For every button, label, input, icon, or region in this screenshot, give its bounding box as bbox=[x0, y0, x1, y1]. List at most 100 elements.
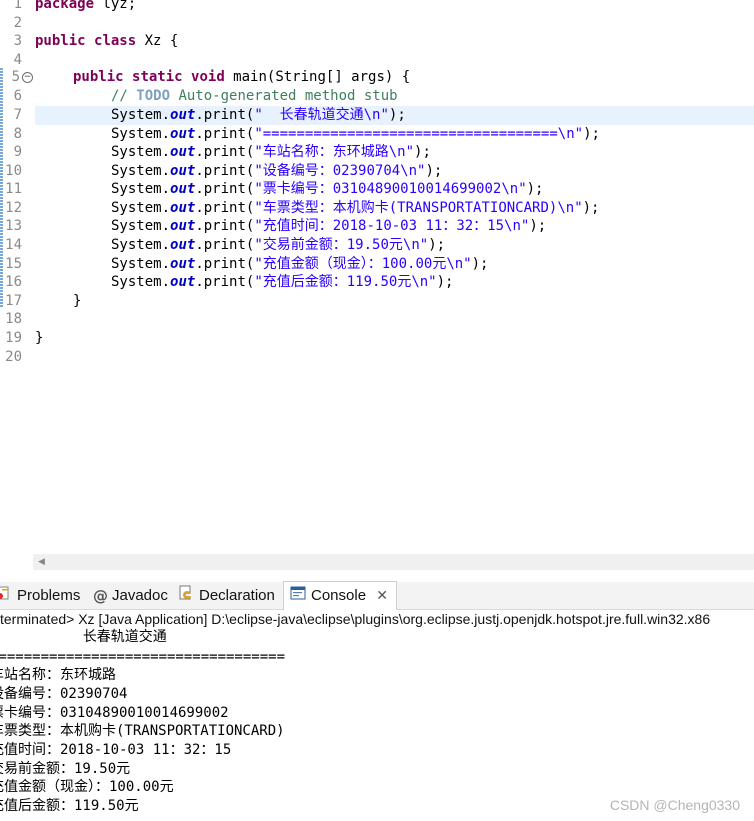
code-text: ); bbox=[414, 144, 431, 160]
tab-javadoc[interactable]: @ Javadoc bbox=[93, 582, 168, 609]
field-out: out bbox=[170, 200, 196, 216]
code-text: ); bbox=[471, 256, 489, 272]
horizontal-scrollbar[interactable]: ◀ bbox=[33, 554, 754, 570]
line-number: 20 bbox=[5, 349, 22, 365]
code-line: public static void main(String[] args) { bbox=[35, 68, 754, 87]
declaration-icon bbox=[178, 583, 194, 610]
tab-declaration-label: Declaration bbox=[199, 587, 275, 604]
line-number: 15 bbox=[5, 256, 22, 272]
code-text: System. bbox=[111, 237, 171, 253]
code-line: System.out.print("======================… bbox=[35, 125, 754, 144]
string-literal: "设备编号：02390704\n" bbox=[254, 163, 426, 179]
field-out: out bbox=[170, 144, 196, 160]
line-number: 9 bbox=[13, 144, 22, 160]
keyword: class bbox=[94, 33, 137, 49]
console-line: 设备编号：02390704 bbox=[0, 686, 128, 702]
field-out: out bbox=[170, 274, 196, 290]
code-line: System.out.print("充值金额（现金）：100.00元\n"); bbox=[35, 255, 754, 274]
line-number: 11 bbox=[5, 181, 22, 197]
code-text: ); bbox=[529, 218, 547, 234]
tab-console[interactable]: Console ✕ bbox=[283, 581, 397, 610]
line-number: 13 bbox=[5, 218, 22, 234]
code-editor[interactable]: 1 2 3 4 5 − 6 7 8 9 10 11 12 13 14 15 16… bbox=[0, 0, 754, 552]
code-text: main(String[] args) { bbox=[224, 69, 411, 85]
code-text: .print( bbox=[195, 200, 255, 216]
console-line: 长春轨道交通 bbox=[0, 629, 167, 645]
line-number: 16 bbox=[5, 274, 22, 290]
code-text: ); bbox=[582, 200, 600, 216]
console-icon bbox=[290, 583, 306, 610]
collapse-minus-icon[interactable]: − bbox=[22, 72, 33, 83]
console-line: 交易前金额：19.50元 bbox=[0, 761, 131, 777]
code-text: .print( bbox=[195, 256, 255, 272]
code-text: .print( bbox=[195, 163, 255, 179]
console-line: =================================== bbox=[0, 649, 286, 665]
code-text: System. bbox=[111, 144, 171, 160]
string-literal: "车票类型：本机购卡(TRANSPORTATIONCARD)\n" bbox=[254, 200, 583, 216]
code-line: System.out.print("设备编号：02390704\n"); bbox=[35, 162, 754, 181]
keyword: void bbox=[191, 69, 225, 85]
console-line: 车票类型：本机购卡(TRANSPORTATIONCARD) bbox=[0, 723, 285, 739]
string-literal: "===================================\n" bbox=[254, 126, 584, 142]
code-text: ); bbox=[526, 181, 544, 197]
code-text: System. bbox=[111, 126, 171, 142]
console-output[interactable]: 长春轨道交通 =================================… bbox=[0, 628, 754, 821]
comment: // bbox=[111, 88, 137, 104]
keyword: public bbox=[73, 69, 124, 85]
tab-problems[interactable]: Problems bbox=[0, 582, 80, 609]
close-icon[interactable]: ✕ bbox=[376, 587, 388, 603]
field-out: out bbox=[170, 218, 196, 234]
code-text: .print( bbox=[195, 274, 255, 290]
string-literal: "车站名称：东环城路\n" bbox=[254, 144, 415, 160]
code-text: ); bbox=[436, 274, 454, 290]
line-number: 10 bbox=[5, 163, 22, 179]
console-line: 车站名称：东环城路 bbox=[0, 667, 116, 683]
string-literal: "交易前金额：19.50元\n" bbox=[254, 237, 429, 253]
code-text: .print( bbox=[195, 237, 255, 253]
line-number: 5 bbox=[11, 69, 20, 85]
code-text: ); bbox=[388, 107, 406, 123]
code-text: ); bbox=[428, 237, 446, 253]
code-line: System.out.print("充值时间：2018-10-03 11：32：… bbox=[35, 217, 754, 236]
code-text: System. bbox=[111, 181, 171, 197]
code-line: System.out.print("车站名称：东环城路\n"); bbox=[35, 143, 754, 162]
code-line: System.out.print("票卡编号：03104890010014699… bbox=[35, 180, 754, 199]
tab-declaration[interactable]: Declaration bbox=[178, 582, 275, 609]
line-number: 12 bbox=[5, 200, 22, 216]
javadoc-at-icon: @ bbox=[93, 586, 108, 605]
code-text: .print( bbox=[195, 126, 255, 142]
keyword: static bbox=[132, 69, 183, 85]
code-text: System. bbox=[111, 200, 171, 216]
console-status-header: terminated> Xz [Java Application] D:\ecl… bbox=[0, 611, 711, 627]
code-text: System. bbox=[111, 107, 171, 123]
line-number: 14 bbox=[5, 237, 22, 253]
line-number: 7 bbox=[13, 107, 22, 123]
keyword: package bbox=[35, 0, 95, 12]
field-out: out bbox=[170, 126, 196, 142]
code-text: Xz { bbox=[136, 33, 179, 49]
code-text: lyz; bbox=[94, 0, 137, 12]
field-out: out bbox=[170, 237, 196, 253]
line-number: 18 bbox=[5, 311, 22, 327]
tab-javadoc-label: Javadoc bbox=[112, 587, 168, 604]
code-line-current: System.out.print(" 长春轨道交通\n"); bbox=[35, 106, 754, 125]
code-text: System. bbox=[111, 256, 171, 272]
view-tab-bar: Problems @ Javadoc Declaration Console ✕ bbox=[0, 581, 754, 610]
string-literal: "充值时间：2018-10-03 11：32：15\n" bbox=[254, 218, 530, 234]
line-number: 1 bbox=[13, 0, 22, 12]
problems-icon bbox=[0, 583, 12, 610]
field-out: out bbox=[170, 256, 196, 272]
code-line: System.out.print("交易前金额：19.50元\n"); bbox=[35, 236, 754, 255]
field-out: out bbox=[170, 163, 196, 179]
scroll-left-arrow-icon[interactable]: ◀ bbox=[38, 557, 45, 567]
line-number: 8 bbox=[13, 126, 22, 142]
code-line: } bbox=[35, 330, 44, 346]
code-text: .print( bbox=[195, 218, 255, 234]
line-number: 19 bbox=[5, 330, 22, 346]
code-text: System. bbox=[111, 163, 171, 179]
code-text: ); bbox=[583, 126, 600, 142]
code-text: System. bbox=[111, 218, 171, 234]
line-number: 6 bbox=[13, 88, 22, 104]
code-line: System.out.print("车票类型：本机购卡(TRANSPORTATI… bbox=[35, 199, 754, 218]
line-number: 2 bbox=[13, 15, 22, 31]
